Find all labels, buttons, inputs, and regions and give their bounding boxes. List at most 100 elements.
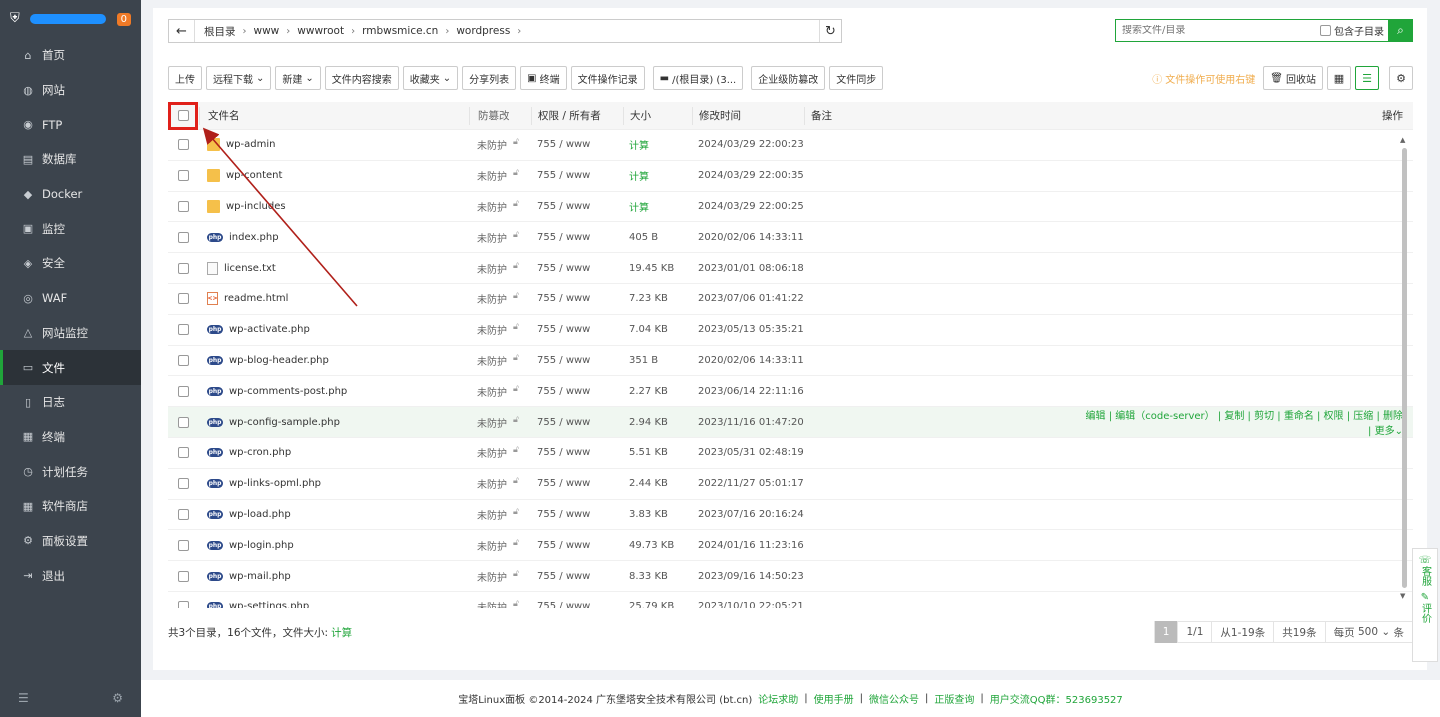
unlock-icon[interactable]: 🔓︎ — [513, 353, 519, 368]
file-size[interactable]: 计算 — [623, 168, 692, 183]
table-row[interactable]: php index.php 未防护 🔓︎ 755 / www 405 B 2020/… — [168, 222, 1413, 254]
table-row[interactable]: <> readme.html 未防护 🔓︎ 755 / www 7.23 KB 20… — [168, 284, 1413, 315]
unlock-icon[interactable]: 🔓︎ — [513, 261, 519, 276]
protect-status[interactable]: 未防护 — [477, 353, 507, 368]
header-name[interactable]: 文件名 — [199, 106, 469, 125]
protect-status[interactable]: 未防护 — [477, 230, 507, 245]
protect-status[interactable]: 未防护 — [477, 291, 507, 306]
toolbar-button-2[interactable]: 新建 ⌄ — [275, 66, 321, 90]
table-row[interactable]: php wp-settings.php 未防护 🔓︎ 755 / www 25.79… — [168, 592, 1413, 608]
recycle-bin-button[interactable]: 🗑 回收站 — [1263, 66, 1323, 90]
page-current[interactable]: 1 — [1154, 621, 1179, 643]
permission[interactable]: 755 / www — [531, 263, 623, 274]
row-checkbox[interactable] — [178, 478, 189, 490]
breadcrumb-item[interactable]: rmbwsmice.cn — [359, 25, 441, 37]
sidebar-item-12[interactable]: ◷ 计划任务 — [0, 454, 141, 489]
table-row[interactable]: php wp-comments-post.php 未防护 🔓︎ 755 / www … — [168, 376, 1413, 408]
table-scrollbar[interactable]: ▲ ▼ — [1400, 136, 1408, 602]
sidebar-item-4[interactable]: ◆ Docker — [0, 177, 141, 212]
toolbar-button-7[interactable]: 文件操作记录 — [570, 66, 645, 90]
file-name[interactable]: wp-load.php — [229, 509, 291, 520]
sidebar-item-11[interactable]: ▦ 终端 — [0, 420, 141, 455]
sidebar-item-6[interactable]: ◈ 安全 — [0, 246, 141, 281]
file-name[interactable]: wp-mail.php — [229, 571, 291, 582]
unlock-icon[interactable]: 🔓︎ — [513, 538, 519, 553]
footer-link-1[interactable]: 使用手册 — [814, 691, 854, 706]
table-row[interactable]: php wp-blog-header.php 未防护 🔓︎ 755 / www 35… — [168, 346, 1413, 377]
table-row[interactable]: php wp-activate.php 未防护 🔓︎ 755 / www 7.04 … — [168, 315, 1413, 346]
permission[interactable]: 755 / www — [531, 571, 623, 582]
sidebar-item-1[interactable]: ◍ 网站 — [0, 73, 141, 108]
row-actions[interactable]: 编辑 | 编辑（code-server） | 复制 | 剪切 | 重命名 | 权… — [1086, 411, 1403, 437]
unlock-icon[interactable]: 🔓︎ — [513, 476, 519, 491]
file-name[interactable]: wp-activate.php — [229, 324, 310, 335]
table-row[interactable]: php wp-load.php 未防护 🔓︎ 755 / www 3.83 KB 2… — [168, 500, 1413, 531]
permission[interactable]: 755 / www — [531, 601, 623, 608]
sidebar-item-2[interactable]: ◉ FTP — [0, 107, 141, 142]
file-name[interactable]: index.php — [229, 232, 279, 243]
search-button[interactable]: ⌕ — [1388, 19, 1413, 42]
sidebar-item-0[interactable]: ⌂ 首页 — [0, 38, 141, 73]
collapse-menu-icon[interactable]: ☰ — [18, 691, 29, 705]
file-name[interactable]: wp-links-opml.php — [229, 478, 321, 489]
protect-status[interactable]: 未防护 — [477, 415, 507, 430]
protect-status[interactable]: 未防护 — [477, 384, 507, 399]
sidebar-item-9[interactable]: ▭ 文件 — [0, 350, 141, 385]
table-row[interactable]: php wp-mail.php 未防护 🔓︎ 755 / www 8.33 KB 2… — [168, 561, 1413, 592]
sidebar-item-8[interactable]: △ 网站监控 — [0, 316, 141, 351]
permission[interactable]: 755 / www — [531, 417, 623, 428]
protect-status[interactable]: 未防护 — [477, 445, 507, 460]
toolbar-button-9[interactable]: 企业级防篡改 — [751, 66, 826, 90]
summary-calc-link[interactable]: 计算 — [331, 625, 352, 640]
toolbar-button-4[interactable]: 收藏夹 ⌄ — [402, 66, 459, 90]
table-row[interactable]: license.txt 未防护 🔓︎ 755 / www 19.45 KB 202… — [168, 253, 1413, 284]
protect-status[interactable]: 未防护 — [477, 199, 507, 214]
row-checkbox[interactable] — [178, 508, 189, 520]
review-button[interactable]: ✎ 评价 — [1420, 592, 1431, 623]
table-row[interactable]: wp-content 未防护 🔓︎ 755 / www 计算 2024/03/29… — [168, 161, 1413, 192]
include-subdir-toggle[interactable]: 包含子目录 — [1320, 23, 1384, 38]
permission[interactable]: 755 / www — [531, 170, 623, 181]
unlock-icon[interactable]: 🔓︎ — [513, 384, 519, 399]
permission[interactable]: 755 / www — [531, 201, 623, 212]
file-name[interactable]: wp-config-sample.php — [229, 417, 340, 428]
unlock-icon[interactable]: 🔓︎ — [513, 599, 519, 608]
scroll-down-icon[interactable]: ▼ — [1400, 592, 1405, 600]
breadcrumb-item[interactable]: wwwroot — [294, 25, 347, 37]
grid-view-icon[interactable]: ▦ — [1327, 66, 1351, 90]
toolbar-button-5[interactable]: 分享列表 — [462, 66, 517, 90]
list-view-icon[interactable]: ☰ — [1355, 66, 1379, 90]
header-size[interactable]: 大小 — [623, 106, 692, 125]
row-checkbox[interactable] — [178, 262, 189, 274]
toolbar-button-10[interactable]: 文件同步 — [829, 66, 884, 90]
toolbar-button-6[interactable]: ▣ 终端 — [520, 66, 567, 90]
search-input[interactable] — [1116, 25, 1320, 36]
protect-status[interactable]: 未防护 — [477, 168, 507, 183]
scroll-up-icon[interactable]: ▲ — [1400, 136, 1405, 144]
unlock-icon[interactable]: 🔓︎ — [513, 569, 519, 584]
sidebar-item-15[interactable]: ⇥ 退出 — [0, 558, 141, 593]
row-checkbox[interactable] — [178, 385, 189, 397]
permission[interactable]: 755 / www — [531, 540, 623, 551]
row-checkbox[interactable] — [178, 447, 189, 459]
per-page-select[interactable]: 每页 500 ⌄ 条 — [1326, 621, 1412, 643]
unlock-icon[interactable]: 🔓︎ — [513, 230, 519, 245]
protect-status[interactable]: 未防护 — [477, 538, 507, 553]
notification-badge[interactable]: 0 — [116, 12, 131, 26]
permission[interactable]: 755 / www — [531, 324, 623, 335]
sidebar-item-3[interactable]: ▤ 数据库 — [0, 142, 141, 177]
file-name[interactable]: license.txt — [224, 263, 276, 274]
table-row[interactable]: php wp-config-sample.php 未防护 🔓︎ 755 / www … — [168, 407, 1413, 438]
file-name[interactable]: wp-settings.php — [229, 601, 309, 608]
sidebar-item-7[interactable]: ◎ WAF — [0, 281, 141, 316]
unlock-icon[interactable]: 🔓︎ — [513, 445, 519, 460]
row-checkbox[interactable] — [178, 416, 189, 428]
breadcrumb-item[interactable]: www — [251, 25, 283, 37]
row-checkbox[interactable] — [178, 293, 189, 305]
file-name[interactable]: readme.html — [224, 293, 288, 304]
file-name[interactable]: wp-cron.php — [229, 447, 291, 458]
file-name[interactable]: wp-admin — [226, 139, 275, 150]
unlock-icon[interactable]: 🔓︎ — [513, 322, 519, 337]
footer-link-4[interactable]: 用户交流QQ群：523693527 — [990, 691, 1123, 706]
unlock-icon[interactable]: 🔓︎ — [513, 415, 519, 430]
